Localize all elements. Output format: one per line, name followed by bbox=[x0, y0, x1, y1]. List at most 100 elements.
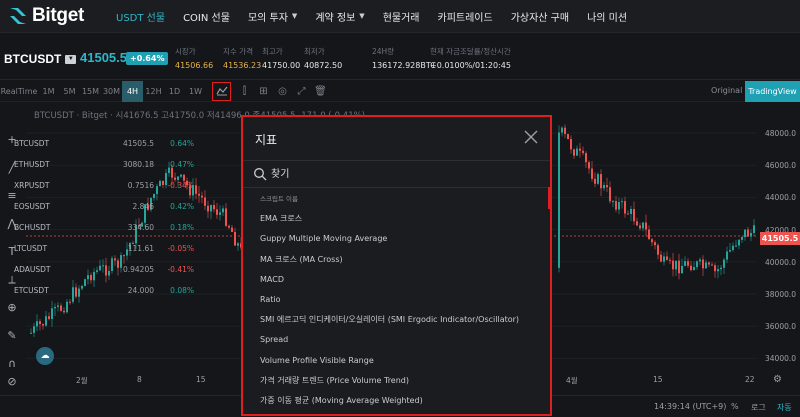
watchlist-row[interactable]: EOSUSDT 2.846 0.42% bbox=[14, 202, 194, 219]
brand-logo[interactable]: Bitget bbox=[8, 5, 88, 27]
horizontal-line-icon[interactable]: ≡ bbox=[5, 189, 19, 203]
stat-value: 41536.23 bbox=[223, 61, 262, 70]
indicator-button[interactable] bbox=[212, 81, 231, 101]
indicator-list-item[interactable]: 가격 거래량 트렌드 (Price Volume Trend) bbox=[243, 371, 550, 391]
trendline-icon[interactable]: ╱ bbox=[5, 161, 19, 175]
indicator-list-item[interactable]: Guppy Multiple Moving Average bbox=[243, 229, 550, 249]
text-icon[interactable]: T bbox=[5, 245, 19, 259]
indicator-list-item[interactable]: 스크립트 이름 bbox=[243, 189, 550, 209]
indicator-list-item[interactable]: EMA 크로스 bbox=[243, 209, 550, 229]
time-tick-label: 2월 bbox=[76, 376, 88, 385]
nav-item[interactable]: 계약 정보 ▼ bbox=[315, 9, 364, 24]
timeframe-1d[interactable]: 1D bbox=[164, 81, 185, 102]
view-original-button[interactable]: Original bbox=[711, 86, 742, 95]
close-icon[interactable] bbox=[522, 128, 540, 146]
candle-body bbox=[663, 256, 665, 262]
timeframe-12h[interactable]: 12H bbox=[143, 81, 164, 102]
indicator-dialog: 지표 스크립트 이름EMA 크로스Guppy Multiple Moving A… bbox=[241, 115, 552, 416]
stat-value: 41506.66 bbox=[175, 61, 214, 70]
watchlist-row[interactable]: ADAUSDT 0.94205 -0.41% bbox=[14, 265, 194, 282]
candle-body bbox=[714, 265, 716, 272]
candle-body bbox=[654, 242, 656, 246]
timeframe-1w[interactable]: 1W bbox=[185, 81, 206, 102]
nav-item-label: 나의 미션 bbox=[587, 12, 628, 24]
percent-toggle[interactable]: % bbox=[731, 402, 739, 411]
timeframe-1m[interactable]: 1M bbox=[38, 81, 59, 102]
nav-item[interactable]: 나의 미션 bbox=[587, 9, 627, 24]
list-scrollbar[interactable] bbox=[548, 187, 550, 209]
view-tradingview-button[interactable]: TradingView bbox=[745, 81, 800, 102]
time-tick-label: 15 bbox=[653, 375, 663, 384]
screenshot-button[interactable]: ◎ bbox=[273, 82, 292, 101]
fullscreen-button[interactable]: ⤢ bbox=[292, 82, 311, 101]
candle-body bbox=[30, 332, 32, 334]
timeframe-5m[interactable]: 5M bbox=[59, 81, 80, 102]
template-button[interactable]: ⊞ bbox=[254, 82, 273, 101]
settings-icon[interactable]: ⚙ bbox=[773, 374, 782, 385]
candle-body bbox=[174, 177, 176, 180]
candle-body bbox=[234, 231, 236, 246]
indicator-list-item[interactable]: Volume Profile Visible Range bbox=[243, 351, 550, 371]
nav-item[interactable]: 현물거래 bbox=[383, 9, 420, 24]
indicator-list-item[interactable]: MACD bbox=[243, 270, 550, 290]
indicator-search-input[interactable] bbox=[271, 165, 531, 183]
delete-button[interactable]: 🗑 bbox=[311, 82, 330, 101]
crosshair-icon[interactable]: + bbox=[5, 133, 19, 147]
pair-dropdown-icon[interactable]: ▼ bbox=[65, 54, 77, 64]
last-price: 41505.5 bbox=[80, 50, 127, 65]
log-toggle[interactable]: 로그 bbox=[751, 402, 766, 413]
nav-item[interactable]: COIN 선물 bbox=[183, 9, 230, 24]
ruler-icon[interactable]: ✎ bbox=[5, 329, 19, 343]
zoom-icon[interactable]: ⊕ bbox=[5, 301, 19, 315]
realtime-button[interactable]: RealTime bbox=[0, 81, 38, 102]
indicator-list-item[interactable]: SMI 에르고딕 인디케이터/오실레이터 (SMI Ergodic Indica… bbox=[243, 310, 550, 330]
stat-label: 24H량 bbox=[372, 47, 395, 56]
time-tick-label: 22 bbox=[745, 375, 755, 384]
stat-label: 지수 가격 bbox=[223, 47, 253, 56]
candle-body bbox=[681, 265, 683, 274]
indicator-list-item[interactable]: 가중 이동 평균 (Moving Average Weighted) bbox=[243, 391, 550, 411]
nav-item[interactable]: 모의 투자 ▼ bbox=[248, 9, 297, 24]
candle-body bbox=[657, 245, 659, 255]
candle-body bbox=[177, 176, 179, 180]
price-tick-label: 48000.0 bbox=[765, 129, 797, 138]
nav-item-label: 계약 정보 bbox=[315, 12, 356, 24]
measure-icon[interactable]: ⟂ bbox=[5, 273, 19, 287]
candle-body bbox=[678, 260, 680, 274]
candle-body bbox=[48, 316, 50, 319]
compare-icon: ⫿ bbox=[242, 85, 247, 97]
candle-body bbox=[741, 237, 743, 240]
indicator-list-item[interactable]: Spread bbox=[243, 330, 550, 350]
magnet-icon[interactable]: ∩ bbox=[5, 357, 19, 371]
auto-toggle[interactable]: 자동 bbox=[777, 402, 792, 413]
pattern-icon[interactable]: ⋀ bbox=[5, 217, 19, 231]
nav-item[interactable]: 가상자산 구매 bbox=[511, 9, 569, 24]
watchlist-row[interactable]: BTCUSDT 41505.5 0.64% bbox=[14, 139, 194, 156]
watchlist-row[interactable]: ETHUSDT 3080.18 0.47% bbox=[14, 160, 194, 177]
watchlist-row[interactable]: LTCUSDT 111.61 -0.05% bbox=[14, 244, 194, 261]
price-tick-label: 38000.0 bbox=[765, 290, 797, 299]
nav-item[interactable]: USDT 선물 bbox=[116, 9, 165, 24]
pair-selector[interactable]: BTCUSDT ▼ bbox=[4, 52, 77, 66]
timeframe-4h[interactable]: 4H bbox=[122, 80, 143, 102]
timeframe-30m[interactable]: 30M bbox=[101, 81, 122, 102]
candle-body bbox=[726, 251, 728, 260]
cloud-icon[interactable]: ☁ bbox=[36, 347, 54, 365]
indicator-list-item[interactable]: Ratio bbox=[243, 290, 550, 310]
candle-body bbox=[216, 209, 218, 215]
watchlist-row[interactable]: BCHUSDT 334.60 0.18% bbox=[14, 223, 194, 240]
timeframe-15m[interactable]: 15M bbox=[80, 81, 101, 102]
watchlist-row[interactable]: XRPUSDT 0.7516 -0.34% bbox=[14, 181, 194, 198]
compare-button[interactable]: ⫿ bbox=[235, 82, 254, 101]
watchlist-row[interactable]: ETCUSDT 24.000 0.08% bbox=[14, 286, 194, 303]
candle-body bbox=[708, 262, 710, 265]
candle-body bbox=[705, 262, 707, 269]
fullscreen-icon: ⤢ bbox=[297, 85, 306, 97]
nav-item[interactable]: 카피트레이드 bbox=[438, 9, 493, 24]
candle-body bbox=[684, 261, 686, 266]
dialog-search bbox=[243, 161, 550, 188]
watch-price: 2.846 bbox=[132, 202, 154, 211]
indicator-list-item[interactable]: MA 크로스 (MA Cross) bbox=[243, 250, 550, 270]
candle-body bbox=[687, 261, 689, 266]
watch-price: 3080.18 bbox=[122, 160, 154, 169]
